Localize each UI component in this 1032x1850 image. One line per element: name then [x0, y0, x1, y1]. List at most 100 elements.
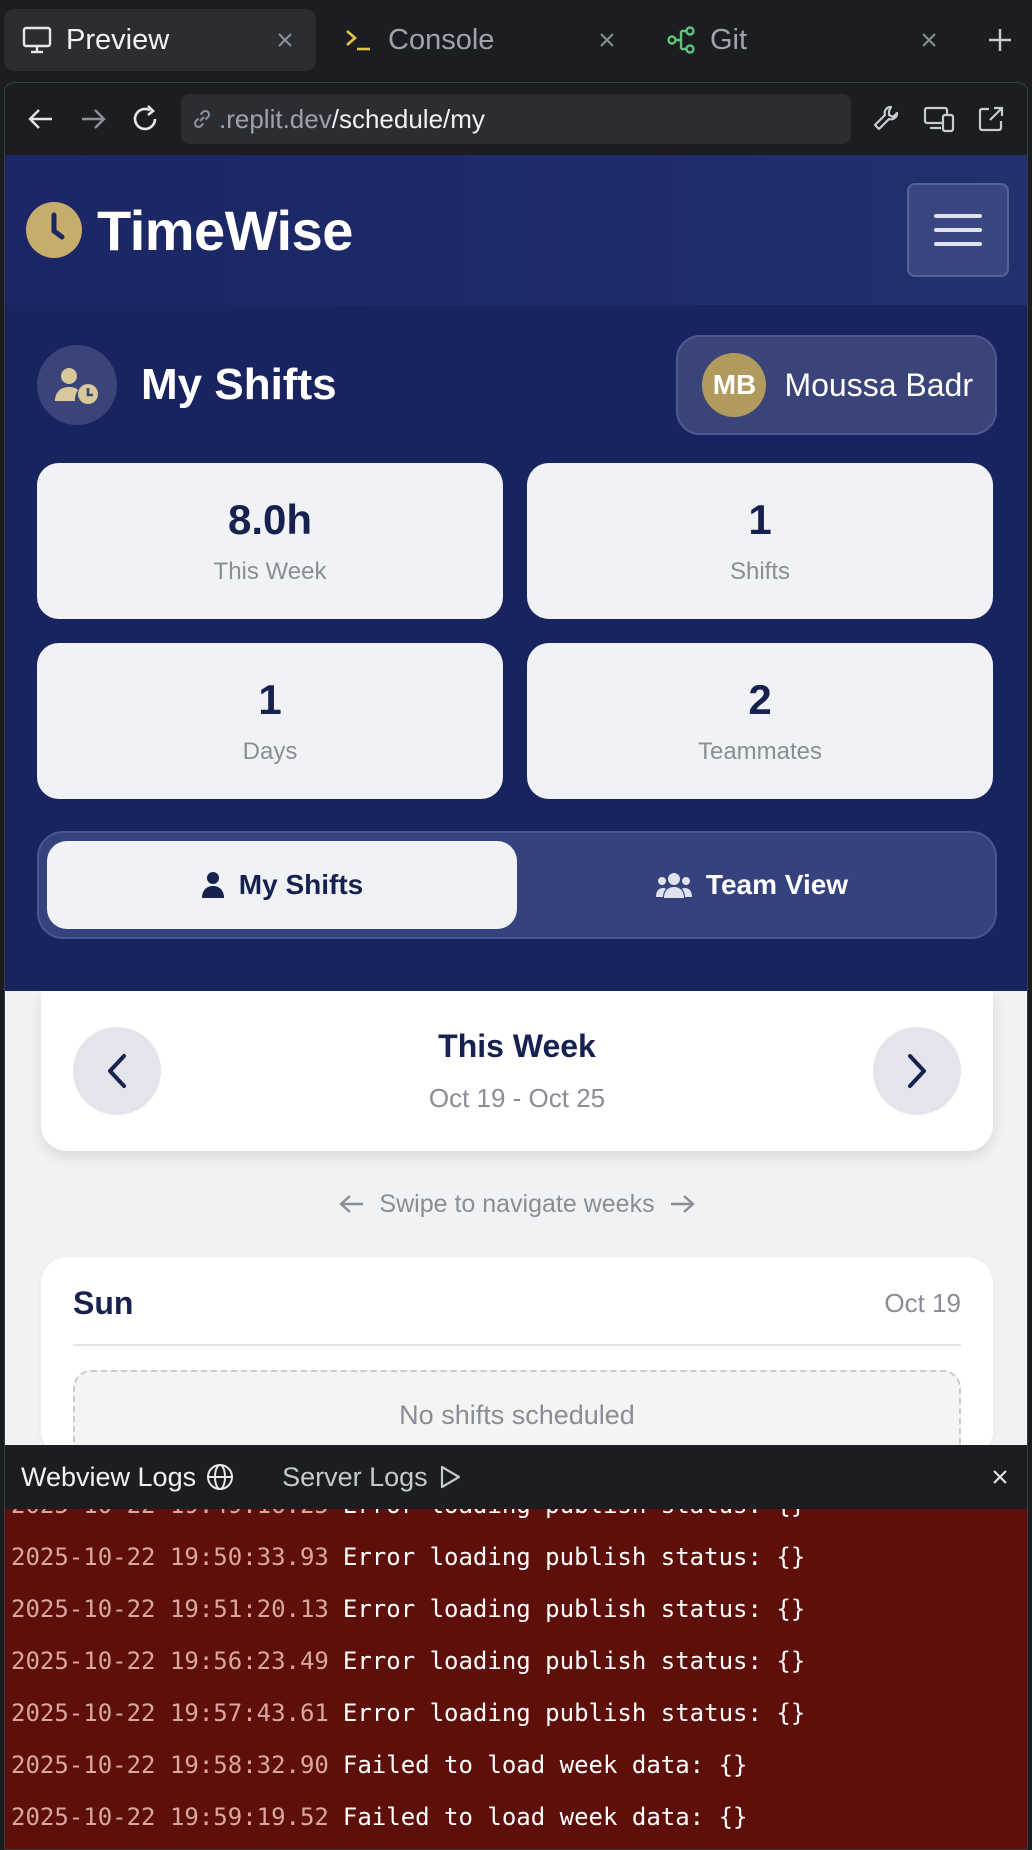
chevron-right-icon: [907, 1054, 926, 1088]
log-timestamp: 2025-10-22 19:50:33.93: [11, 1543, 329, 1571]
user-icon: [201, 871, 225, 899]
menu-line: [934, 214, 982, 218]
log-line: 2025-10-22 19:56:23.49 Error loading publ…: [11, 1635, 1027, 1687]
user-clock-icon: [37, 345, 117, 425]
log-timestamp: 2025-10-22 19:49:16.25: [11, 1509, 329, 1519]
log-line: 2025-10-22 19:58:32.90 Failed to load wee…: [11, 1739, 1027, 1791]
stat-card-days: 1 Days: [37, 643, 503, 799]
open-new-window-button[interactable]: [965, 93, 1017, 145]
day-header: Sun Oct 19: [73, 1285, 961, 1346]
close-logs-button[interactable]: [985, 1462, 1015, 1492]
url-bar: .replit.dev/schedule/my: [5, 83, 1027, 155]
external-link-icon: [978, 106, 1004, 132]
log-line: 2025-10-22 19:49:16.25 Error loading publ…: [11, 1509, 1027, 1531]
log-timestamp: 2025-10-22 19:59:19.52: [11, 1803, 329, 1831]
tab-team-view-label: Team View: [705, 869, 849, 900]
log-message: Failed to load week data: {}: [342, 1803, 748, 1831]
log-timestamp: 2025-10-22 19:51:20.13: [11, 1595, 329, 1623]
tab-preview-label: Preview: [66, 23, 170, 56]
chevron-left-icon: [108, 1054, 126, 1088]
device-toggle-button[interactable]: [913, 93, 965, 145]
stat-label: Days: [242, 738, 298, 765]
app-header: TimeWise: [5, 155, 1027, 305]
globe-icon: [206, 1463, 234, 1491]
prev-week-button[interactable]: [73, 1027, 161, 1115]
logs-tabs: Webview Logs Server Logs: [5, 1445, 1027, 1509]
empty-state: No shifts scheduled: [73, 1370, 961, 1455]
hero-top: My Shifts MB Moussa Badr: [37, 335, 997, 435]
brand-name: TimeWise: [97, 198, 353, 262]
stat-card-shifts: 1 Shifts: [527, 463, 993, 619]
tab-webview-logs[interactable]: Webview Logs: [21, 1462, 234, 1493]
link-icon: [191, 108, 213, 130]
day-date: Oct 19: [884, 1288, 961, 1318]
wrench-icon: [873, 105, 899, 131]
log-line: 2025-10-22 19:50:33.93 Error loading publ…: [11, 1531, 1027, 1583]
tab-team-view[interactable]: Team View: [517, 841, 987, 929]
close-icon: [993, 1470, 1007, 1484]
tab-server-logs[interactable]: Server Logs: [282, 1462, 462, 1493]
stat-value: 2: [748, 676, 772, 723]
git-branch-icon: [664, 23, 698, 57]
back-button[interactable]: [15, 93, 67, 145]
hamburger-menu-button[interactable]: [907, 183, 1009, 277]
add-tab-button[interactable]: [980, 20, 1020, 60]
user-chip[interactable]: MB Moussa Badr: [676, 335, 997, 435]
log-message: Error loading publish status: {}: [342, 1595, 806, 1623]
stat-label: Shifts: [729, 558, 791, 585]
menu-line: [934, 242, 982, 246]
forward-button[interactable]: [67, 93, 119, 145]
stat-card-teammates: 2 Teammates: [527, 643, 993, 799]
swipe-hint: Swipe to navigate weeks: [41, 1151, 993, 1257]
devtools-button[interactable]: [861, 93, 913, 145]
stat-value: 1: [258, 676, 282, 723]
url-field[interactable]: .replit.dev/schedule/my: [181, 94, 851, 144]
stat-value: 1: [748, 496, 772, 543]
menu-line: [934, 228, 982, 232]
tab-my-shifts[interactable]: My Shifts: [47, 841, 517, 929]
shifts-hero: My Shifts MB Moussa Badr 8.0h This Week …: [5, 305, 1027, 991]
stat-label: This Week: [213, 558, 327, 585]
url-domain: .replit.dev: [219, 103, 332, 134]
terminal-icon: [342, 23, 376, 57]
tab-git-label: Git: [710, 23, 748, 56]
reload-button[interactable]: [119, 93, 171, 145]
ide-tab-bar: Preview Console Git: [0, 0, 1032, 80]
log-timestamp: 2025-10-22 19:56:23.49: [11, 1647, 329, 1675]
stat-card-hours: 8.0h This Week: [37, 463, 503, 619]
tab-preview[interactable]: Preview: [4, 9, 316, 71]
tab-webview-logs-label: Webview Logs: [21, 1461, 197, 1492]
week-range: Oct 19 - Oct 25: [428, 1083, 606, 1113]
schedule-content: This Week Oct 19 - Oct 25 Swipe to navig…: [5, 991, 1027, 1455]
log-message: Error loading publish status: {}: [343, 1509, 805, 1519]
week-title: This Week: [438, 1028, 596, 1064]
tab-console[interactable]: Console: [326, 9, 638, 71]
close-icon[interactable]: [914, 25, 944, 55]
stat-label: Teammates: [697, 738, 823, 765]
day-name: Sun: [73, 1285, 134, 1321]
log-message: Error loading publish status: {}: [342, 1647, 806, 1675]
title-wrap: My Shifts: [37, 345, 337, 425]
close-icon[interactable]: [592, 25, 622, 55]
tab-server-logs-label: Server Logs: [282, 1461, 428, 1492]
view-toggle: My Shifts Team View: [37, 831, 997, 939]
week-navigator: This Week Oct 19 - Oct 25: [41, 991, 993, 1151]
log-timestamp: 2025-10-22 19:58:32.90: [11, 1751, 329, 1779]
close-icon[interactable]: [270, 25, 300, 55]
clock-logo-icon: [26, 202, 82, 258]
arrow-left-icon: [28, 109, 52, 129]
next-week-button[interactable]: [872, 1027, 961, 1115]
brand[interactable]: TimeWise: [25, 198, 353, 263]
arrow-left-icon: [339, 1193, 365, 1215]
log-line: 2025-10-22 19:59:19.52 Failed to load wee…: [11, 1791, 1027, 1843]
arrow-right-icon: [669, 1193, 695, 1215]
stat-value: 8.0h: [227, 496, 313, 543]
tab-git[interactable]: Git: [648, 9, 960, 71]
user-name: Moussa Badr: [784, 366, 973, 403]
page-title: My Shifts: [141, 360, 337, 409]
monitor-icon: [20, 23, 54, 57]
reload-icon: [133, 105, 157, 131]
logs-panel: Webview Logs Server Logs 2025-10-22 19:4…: [5, 1445, 1027, 1849]
log-timestamp: 2025-10-22 19:57:43.61: [11, 1699, 329, 1727]
week-label: This Week Oct 19 - Oct 25: [429, 1028, 605, 1114]
